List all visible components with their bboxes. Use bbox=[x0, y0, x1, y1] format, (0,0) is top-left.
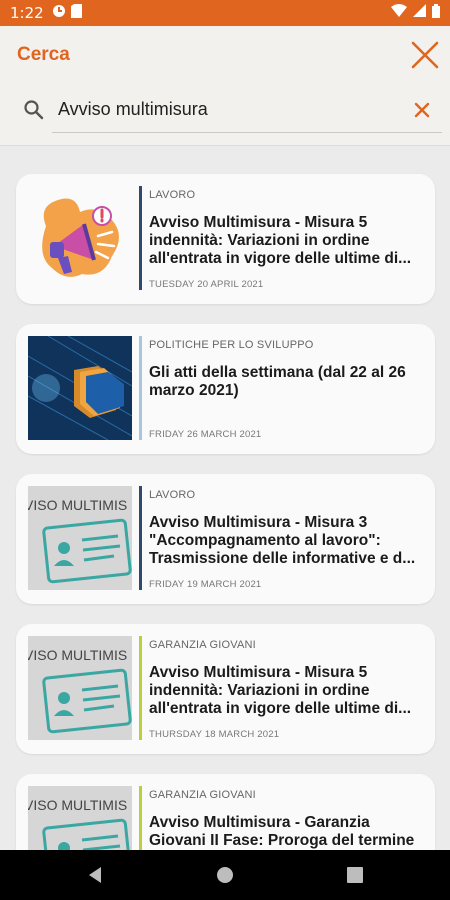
recents-icon bbox=[347, 867, 363, 883]
result-title: Avviso Multimisura - Misura 5 indennità:… bbox=[149, 214, 412, 267]
result-category: GARANZIA GIOVANI bbox=[149, 639, 256, 651]
data-saver-icon bbox=[52, 4, 66, 23]
result-title: Avviso Multimisura - Misura 5 indennità:… bbox=[149, 664, 412, 717]
sim-card-icon bbox=[70, 3, 82, 23]
signal-icon bbox=[413, 4, 426, 22]
result-card[interactable]: POLITICHE PER LO SVILUPPO Gli atti della… bbox=[16, 324, 435, 454]
result-card[interactable]: VISO MULTIMIS GARANZIA GIOVANI Avviso Mu… bbox=[16, 774, 435, 850]
result-card[interactable]: VISO MULTIMIS LAVORO Avviso Multimisura … bbox=[16, 474, 435, 604]
search-input[interactable] bbox=[58, 94, 398, 124]
result-title: Gli atti della settimana (dal 22 al 26 m… bbox=[149, 364, 406, 399]
result-date: FRIDAY 26 MARCH 2021 bbox=[149, 429, 262, 440]
close-button[interactable] bbox=[408, 38, 442, 72]
search-bar bbox=[0, 86, 450, 134]
result-category: LAVORO bbox=[149, 189, 196, 201]
search-header: Cerca bbox=[0, 26, 450, 146]
category-accent bbox=[139, 486, 142, 590]
result-category: LAVORO bbox=[149, 489, 196, 501]
thumb-caption: VISO MULTIMIS bbox=[28, 497, 127, 513]
category-accent bbox=[139, 786, 142, 850]
result-card[interactable]: VISO MULTIMIS GARANZIA GIOVANI Avviso Mu… bbox=[16, 624, 435, 754]
wifi-icon bbox=[391, 4, 407, 22]
thumb-caption: VISO MULTIMIS bbox=[28, 647, 127, 663]
result-title: Avviso Multimisura - Misura 3 "Accompagn… bbox=[149, 514, 416, 567]
result-category: GARANZIA GIOVANI bbox=[149, 789, 256, 801]
search-underline bbox=[52, 132, 442, 133]
result-date: FRIDAY 19 MARCH 2021 bbox=[149, 579, 262, 590]
multimisura-thumbnail: VISO MULTIMIS bbox=[28, 786, 132, 850]
folders-thumbnail bbox=[28, 336, 132, 440]
thumb-caption: VISO MULTIMIS bbox=[28, 797, 127, 813]
back-button[interactable] bbox=[86, 865, 106, 885]
clear-search-button[interactable] bbox=[410, 98, 434, 122]
status-time: 1:22 bbox=[10, 4, 44, 22]
result-title: Avviso Multimisura - Garanzia Giovani II… bbox=[149, 814, 415, 849]
search-icon bbox=[22, 98, 46, 122]
multimisura-thumbnail: VISO MULTIMIS bbox=[28, 636, 132, 740]
results-list: LAVORO Avviso Multimisura - Misura 5 ind… bbox=[0, 146, 450, 850]
result-card[interactable]: LAVORO Avviso Multimisura - Misura 5 ind… bbox=[16, 174, 435, 304]
result-category: POLITICHE PER LO SVILUPPO bbox=[149, 339, 314, 351]
result-date: THURSDAY 18 MARCH 2021 bbox=[149, 729, 280, 740]
back-icon bbox=[89, 867, 101, 883]
navigation-bar bbox=[0, 850, 450, 900]
recents-button[interactable] bbox=[345, 865, 365, 885]
result-date: TUESDAY 20 APRIL 2021 bbox=[149, 279, 264, 290]
multimisura-thumbnail: VISO MULTIMIS bbox=[28, 486, 132, 590]
home-icon bbox=[217, 867, 233, 883]
battery-icon bbox=[432, 3, 440, 23]
megaphone-thumbnail bbox=[28, 186, 132, 290]
clear-icon bbox=[414, 102, 430, 118]
page-title: Cerca bbox=[17, 44, 70, 65]
status-bar: 1:22 bbox=[0, 0, 450, 26]
close-icon bbox=[411, 41, 439, 69]
home-button[interactable] bbox=[215, 865, 235, 885]
category-accent bbox=[139, 636, 142, 740]
category-accent bbox=[139, 336, 142, 440]
category-accent bbox=[139, 186, 142, 290]
